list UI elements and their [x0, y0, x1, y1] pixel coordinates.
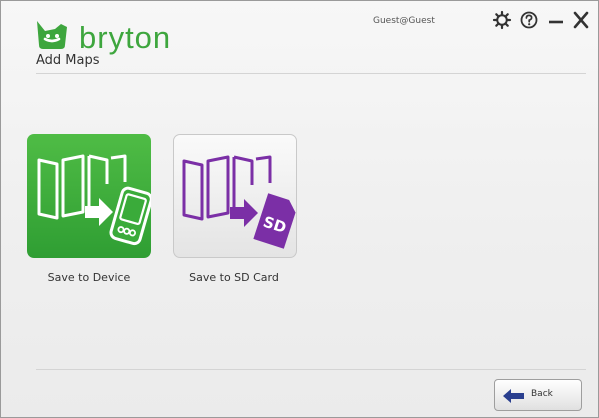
close-icon — [573, 11, 589, 29]
gear-icon — [492, 10, 512, 30]
save-to-device-button[interactable] — [27, 134, 151, 258]
user-account: Guest@Guest — [373, 16, 435, 26]
map-to-device-icon — [37, 154, 151, 246]
header-divider — [36, 73, 586, 74]
back-label: Back — [531, 389, 553, 399]
map-to-sd-card-icon: SD — [182, 155, 296, 249]
bryton-logo-icon — [37, 21, 67, 49]
brand-name: bryton — [79, 20, 172, 55]
app-window: bryton Add Maps Guest@Guest Save to Devi… — [0, 0, 599, 418]
settings-button[interactable] — [491, 9, 513, 31]
footer-divider — [36, 369, 586, 370]
save-to-device-label: Save to Device — [47, 271, 131, 284]
minimize-button[interactable] — [545, 9, 567, 31]
close-button[interactable] — [570, 9, 592, 31]
help-icon — [520, 11, 538, 29]
save-to-sd-card-button[interactable]: SD — [173, 134, 297, 258]
save-to-sd-card-label: Save to SD Card — [189, 271, 279, 284]
help-button[interactable] — [518, 9, 540, 31]
minimize-icon — [549, 20, 563, 24]
arrow-left-icon — [503, 389, 524, 403]
page-title: Add Maps — [36, 53, 100, 68]
back-button[interactable]: Back — [494, 379, 582, 411]
